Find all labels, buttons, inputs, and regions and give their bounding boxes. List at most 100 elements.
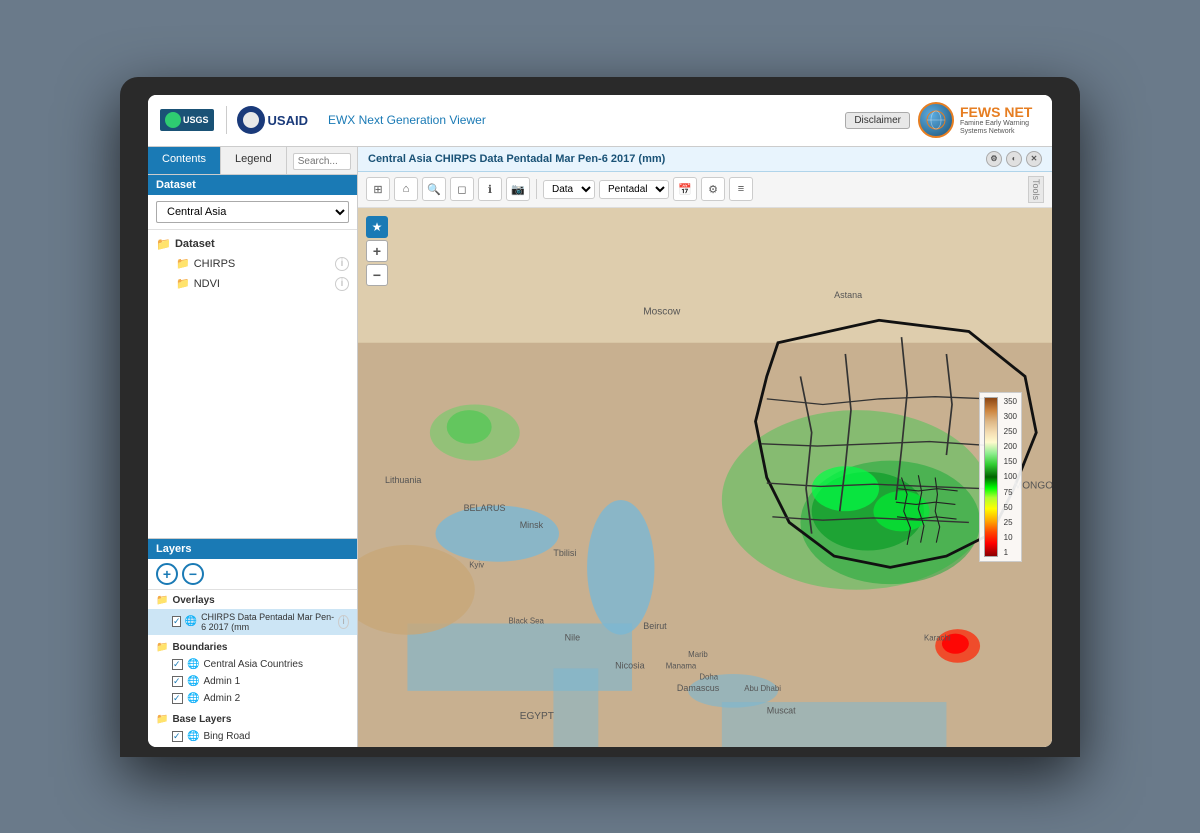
layers-section: Layers + − 📁 Overlays [148,538,357,747]
svg-text:Doha: Doha [699,672,718,681]
search-input[interactable] [293,153,351,170]
chirps-overlay-checkbox[interactable] [172,616,181,627]
toolbar-sep [536,179,537,199]
svg-text:Astana: Astana [834,289,862,299]
chirps-overlay-icon: 🌐 [185,616,197,627]
layer-item-admin1[interactable]: 🌐 Admin 1 [148,673,357,690]
period-select[interactable]: Pentadal [599,180,669,199]
admin1-checkbox[interactable] [172,676,183,687]
svg-text:Lithuania: Lithuania [385,475,421,485]
fews-text-block: FEWS NET Famine Early Warning Systems Ne… [960,104,1040,137]
app-frame: USGS USAID EWX Next Generation Viewer Di… [148,95,1052,747]
admin2-checkbox[interactable] [172,693,183,704]
sidebar: Contents Legend Dataset Central Asi [148,147,358,747]
tab-legend[interactable]: Legend [221,147,287,174]
svg-text:Karachi: Karachi [924,633,951,642]
info-btn[interactable]: ℹ [478,177,502,201]
magnify-btn[interactable]: 🔍 [422,177,446,201]
legend-val-25: 25 [1004,518,1017,527]
layer-item-chirps-overlay[interactable]: 🌐 CHIRPS Data Pentadal Mar Pen-6 2017 (m… [148,609,357,635]
svg-text:Nile: Nile [565,632,580,642]
map-legend: 350 300 250 200 150 100 75 50 25 10 [979,392,1022,562]
chirps-overlay-info[interactable]: i [338,615,349,629]
legend-val-200: 200 [1004,442,1017,451]
map-ctrl-2[interactable]: ◐ [1006,151,1022,167]
fews-subtext: Famine Early Warning Systems Network [960,120,1040,137]
legend-val-100: 100 [1004,472,1017,481]
add-layer-btn[interactable]: + [156,563,178,585]
dataset-tree: 📁 Dataset 📁 CHIRPS i 📁 NDVI i [148,230,357,538]
layer-group-base: 📁 Base Layers 🌐 Bing Road [148,709,357,747]
layer-group-boundaries: 📁 Boundaries 🌐 Central Asia Countries 🌐 [148,637,357,709]
svg-text:Damascus: Damascus [677,682,720,692]
usaid-logo: USAID [226,106,308,134]
tab-search-area [287,147,357,174]
svg-text:Tbilisi: Tbilisi [553,548,576,558]
fews-globe-icon [918,102,954,138]
layer-item-ca-countries[interactable]: 🌐 Central Asia Countries [148,656,357,673]
menu-btn[interactable]: ≡ [729,177,753,201]
remove-layer-btn[interactable]: − [182,563,204,585]
map-ctrl-1[interactable]: ⚙ [986,151,1002,167]
settings-btn[interactable]: ⚙ [701,177,725,201]
zoom-out-btn[interactable]: − [366,264,388,286]
legend-val-50: 50 [1004,503,1017,512]
map-header: Central Asia CHIRPS Data Pentadal Mar Pe… [358,147,1052,172]
overlays-folder-icon: 📁 [156,595,168,606]
layer-item-bing-road[interactable]: 🌐 Bing Road [148,728,357,745]
boundaries-folder-icon: 📁 [156,642,168,653]
tab-contents[interactable]: Contents [148,147,221,174]
zoom-extent-btn[interactable]: ⊞ [366,177,390,201]
tree-item-chirps[interactable]: 📁 CHIRPS i [148,254,357,274]
layer-item-admin2[interactable]: 🌐 Admin 2 [148,690,357,707]
fews-logo: FEWS NET Famine Early Warning Systems Ne… [918,102,1040,138]
admin2-icon: 🌐 [187,693,199,704]
globe-svg [926,110,946,130]
folder-icon-dataset: 📁 [156,237,171,251]
map-container[interactable]: Moscow BELARUS Kyiv Lithuania Minsk MONG… [358,208,1052,747]
map-header-controls: ⚙ ◐ ✕ [986,151,1042,167]
screen-bezel: USGS USAID EWX Next Generation Viewer Di… [148,95,1052,747]
home-btn[interactable]: ⌂ [394,177,418,201]
legend-val-250: 250 [1004,427,1017,436]
camera-btn[interactable]: 📷 [506,177,530,201]
dataset-section-header: Dataset [148,175,357,195]
legend-color-bar [984,397,998,557]
svg-text:Moscow: Moscow [643,306,681,317]
zoom-favorite-btn[interactable]: ★ [366,216,388,238]
map-ctrl-3[interactable]: ✕ [1026,151,1042,167]
legend-val-150: 150 [1004,457,1017,466]
svg-text:Kyiv: Kyiv [469,560,484,569]
legend-labels: 350 300 250 200 150 100 75 50 25 10 [1004,397,1017,557]
legend-val-10: 10 [1004,533,1017,542]
header-left: USGS USAID EWX Next Generation Viewer [160,106,486,134]
ndvi-info-btn[interactable]: i [335,277,349,291]
chirps-info-btn[interactable]: i [335,257,349,271]
ca-countries-checkbox[interactable] [172,659,183,670]
legend-val-1: 1 [1004,548,1017,557]
svg-text:Minsk: Minsk [520,520,544,530]
disclaimer-button[interactable]: Disclaimer [845,112,910,129]
calendar-btn[interactable]: 📅 [673,177,697,201]
dataset-select[interactable]: Central Asia West Africa East Africa [156,201,349,223]
layer-group-overlays: 📁 Overlays 🌐 CHIRPS Data Pentadal Mar Pe… [148,590,357,637]
select-btn[interactable]: ◻ [450,177,474,201]
usgs-label: USGS [183,115,209,125]
bing-road-checkbox[interactable] [172,731,183,742]
usgs-icon [165,112,181,128]
tree-item-ndvi[interactable]: 📁 NDVI i [148,274,357,294]
data-type-select[interactable]: Data [543,180,595,199]
svg-text:BELARUS: BELARUS [464,503,506,513]
main-content: Contents Legend Dataset Central Asi [148,147,1052,747]
overlays-folder: 📁 Overlays [148,592,357,609]
legend-val-300: 300 [1004,412,1017,421]
usgs-logo: USGS [160,109,214,131]
legend-val-350: 350 [1004,397,1017,406]
base-layers-folder: 📁 Base Layers [148,711,357,728]
layers-toolbar: + − [148,559,357,590]
svg-text:Nicosia: Nicosia [615,660,644,670]
tools-label: Tools [1028,176,1044,203]
zoom-controls: ★ + − [366,216,388,286]
bing-road-icon: 🌐 [187,731,199,742]
zoom-in-btn[interactable]: + [366,240,388,262]
